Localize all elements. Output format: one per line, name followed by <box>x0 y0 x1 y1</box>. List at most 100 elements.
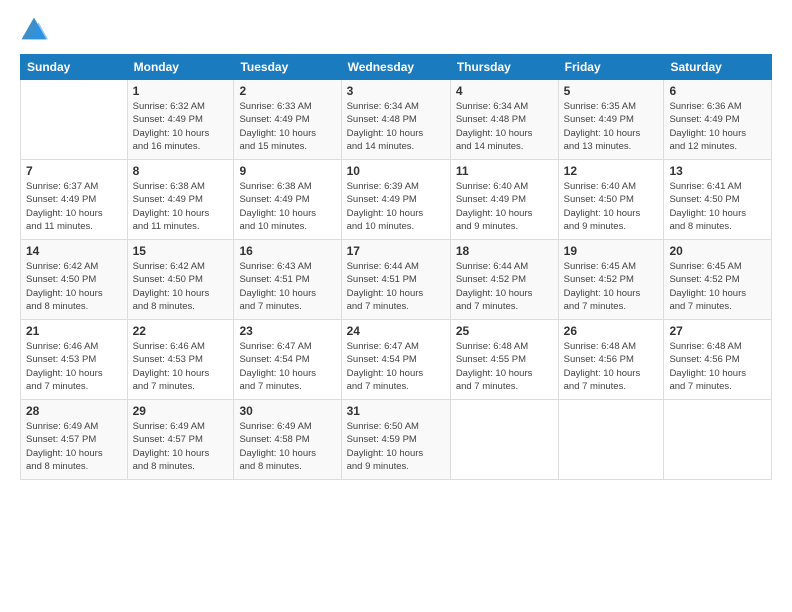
day-info: Sunrise: 6:49 AM Sunset: 4:58 PM Dayligh… <box>239 420 335 473</box>
header <box>20 16 772 44</box>
day-number: 28 <box>26 404 122 418</box>
day-info: Sunrise: 6:48 AM Sunset: 4:55 PM Dayligh… <box>456 340 553 393</box>
calendar-cell <box>558 400 664 480</box>
calendar-cell <box>664 400 772 480</box>
calendar-cell: 15 Sunrise: 6:42 AM Sunset: 4:50 PM Dayli… <box>127 240 234 320</box>
calendar-cell: 28 Sunrise: 6:49 AM Sunset: 4:57 PM Dayli… <box>21 400 128 480</box>
day-number: 10 <box>347 164 445 178</box>
day-info: Sunrise: 6:42 AM Sunset: 4:50 PM Dayligh… <box>26 260 122 313</box>
calendar-cell: 7 Sunrise: 6:37 AM Sunset: 4:49 PM Daylig… <box>21 160 128 240</box>
day-number: 24 <box>347 324 445 338</box>
calendar-cell: 5 Sunrise: 6:35 AM Sunset: 4:49 PM Daylig… <box>558 80 664 160</box>
day-info: Sunrise: 6:36 AM Sunset: 4:49 PM Dayligh… <box>669 100 766 153</box>
day-info: Sunrise: 6:34 AM Sunset: 4:48 PM Dayligh… <box>347 100 445 153</box>
weekday-header-tuesday: Tuesday <box>234 55 341 80</box>
day-number: 13 <box>669 164 766 178</box>
day-number: 30 <box>239 404 335 418</box>
weekday-header-thursday: Thursday <box>450 55 558 80</box>
day-info: Sunrise: 6:34 AM Sunset: 4:48 PM Dayligh… <box>456 100 553 153</box>
day-info: Sunrise: 6:41 AM Sunset: 4:50 PM Dayligh… <box>669 180 766 233</box>
calendar-cell <box>450 400 558 480</box>
day-number: 11 <box>456 164 553 178</box>
day-number: 23 <box>239 324 335 338</box>
day-info: Sunrise: 6:45 AM Sunset: 4:52 PM Dayligh… <box>564 260 659 313</box>
weekday-header-friday: Friday <box>558 55 664 80</box>
calendar-week-1: 1Sunrise: 6:32 AM Sunset: 4:49 PM Daylig… <box>21 80 772 160</box>
day-info: Sunrise: 6:43 AM Sunset: 4:51 PM Dayligh… <box>239 260 335 313</box>
day-number: 7 <box>26 164 122 178</box>
page: SundayMondayTuesdayWednesdayThursdayFrid… <box>0 0 792 612</box>
day-info: Sunrise: 6:50 AM Sunset: 4:59 PM Dayligh… <box>347 420 445 473</box>
calendar-cell: 21 Sunrise: 6:46 AM Sunset: 4:53 PM Dayli… <box>21 320 128 400</box>
calendar-cell: 19 Sunrise: 6:45 AM Sunset: 4:52 PM Dayli… <box>558 240 664 320</box>
day-number: 22 <box>133 324 229 338</box>
day-info: Sunrise: 6:47 AM Sunset: 4:54 PM Dayligh… <box>239 340 335 393</box>
day-info: Sunrise: 6:37 AM Sunset: 4:49 PM Dayligh… <box>26 180 122 233</box>
day-info: Sunrise: 6:45 AM Sunset: 4:52 PM Dayligh… <box>669 260 766 313</box>
calendar-cell: 14 Sunrise: 6:42 AM Sunset: 4:50 PM Dayli… <box>21 240 128 320</box>
day-number: 31 <box>347 404 445 418</box>
calendar-cell: 20 Sunrise: 6:45 AM Sunset: 4:52 PM Dayli… <box>664 240 772 320</box>
day-info: Sunrise: 6:49 AM Sunset: 4:57 PM Dayligh… <box>133 420 229 473</box>
day-info: Sunrise: 6:44 AM Sunset: 4:52 PM Dayligh… <box>456 260 553 313</box>
day-number: 27 <box>669 324 766 338</box>
day-info: Sunrise: 6:46 AM Sunset: 4:53 PM Dayligh… <box>26 340 122 393</box>
calendar-cell: 8Sunrise: 6:38 AM Sunset: 4:49 PM Daylig… <box>127 160 234 240</box>
day-number: 16 <box>239 244 335 258</box>
calendar-cell: 23 Sunrise: 6:47 AM Sunset: 4:54 PM Dayli… <box>234 320 341 400</box>
day-info: Sunrise: 6:35 AM Sunset: 4:49 PM Dayligh… <box>564 100 659 153</box>
day-number: 25 <box>456 324 553 338</box>
day-number: 9 <box>239 164 335 178</box>
calendar-week-5: 28 Sunrise: 6:49 AM Sunset: 4:57 PM Dayli… <box>21 400 772 480</box>
calendar-cell: 18 Sunrise: 6:44 AM Sunset: 4:52 PM Dayli… <box>450 240 558 320</box>
day-info: Sunrise: 6:33 AM Sunset: 4:49 PM Dayligh… <box>239 100 335 153</box>
calendar-week-2: 7 Sunrise: 6:37 AM Sunset: 4:49 PM Daylig… <box>21 160 772 240</box>
day-number: 1 <box>133 84 229 98</box>
calendar-cell: 10Sunrise: 6:39 AM Sunset: 4:49 PM Dayli… <box>341 160 450 240</box>
day-info: Sunrise: 6:44 AM Sunset: 4:51 PM Dayligh… <box>347 260 445 313</box>
day-number: 6 <box>669 84 766 98</box>
day-number: 5 <box>564 84 659 98</box>
day-info: Sunrise: 6:49 AM Sunset: 4:57 PM Dayligh… <box>26 420 122 473</box>
calendar-cell: 9 Sunrise: 6:38 AM Sunset: 4:49 PM Daylig… <box>234 160 341 240</box>
day-info: Sunrise: 6:38 AM Sunset: 4:49 PM Dayligh… <box>239 180 335 233</box>
day-number: 3 <box>347 84 445 98</box>
day-number: 18 <box>456 244 553 258</box>
calendar-cell: 2 Sunrise: 6:33 AM Sunset: 4:49 PM Daylig… <box>234 80 341 160</box>
day-number: 17 <box>347 244 445 258</box>
day-number: 21 <box>26 324 122 338</box>
calendar-table: SundayMondayTuesdayWednesdayThursdayFrid… <box>20 54 772 480</box>
calendar-header: SundayMondayTuesdayWednesdayThursdayFrid… <box>21 55 772 80</box>
calendar-cell: 16 Sunrise: 6:43 AM Sunset: 4:51 PM Dayli… <box>234 240 341 320</box>
logo <box>20 16 50 44</box>
calendar-cell: 6 Sunrise: 6:36 AM Sunset: 4:49 PM Daylig… <box>664 80 772 160</box>
day-info: Sunrise: 6:40 AM Sunset: 4:50 PM Dayligh… <box>564 180 659 233</box>
day-number: 15 <box>133 244 229 258</box>
weekday-header-sunday: Sunday <box>21 55 128 80</box>
weekday-header-saturday: Saturday <box>664 55 772 80</box>
day-info: Sunrise: 6:42 AM Sunset: 4:50 PM Dayligh… <box>133 260 229 313</box>
day-number: 20 <box>669 244 766 258</box>
calendar-cell: 26Sunrise: 6:48 AM Sunset: 4:56 PM Dayli… <box>558 320 664 400</box>
calendar-body: 1Sunrise: 6:32 AM Sunset: 4:49 PM Daylig… <box>21 80 772 480</box>
calendar-cell: 22Sunrise: 6:46 AM Sunset: 4:53 PM Dayli… <box>127 320 234 400</box>
calendar-cell: 3 Sunrise: 6:34 AM Sunset: 4:48 PM Daylig… <box>341 80 450 160</box>
calendar-cell: 30 Sunrise: 6:49 AM Sunset: 4:58 PM Dayli… <box>234 400 341 480</box>
weekday-header-row: SundayMondayTuesdayWednesdayThursdayFrid… <box>21 55 772 80</box>
day-number: 2 <box>239 84 335 98</box>
day-info: Sunrise: 6:47 AM Sunset: 4:54 PM Dayligh… <box>347 340 445 393</box>
day-info: Sunrise: 6:38 AM Sunset: 4:49 PM Dayligh… <box>133 180 229 233</box>
day-number: 14 <box>26 244 122 258</box>
calendar-cell: 4 Sunrise: 6:34 AM Sunset: 4:48 PM Daylig… <box>450 80 558 160</box>
day-number: 29 <box>133 404 229 418</box>
calendar-week-4: 21 Sunrise: 6:46 AM Sunset: 4:53 PM Dayli… <box>21 320 772 400</box>
day-info: Sunrise: 6:48 AM Sunset: 4:56 PM Dayligh… <box>564 340 659 393</box>
calendar-cell: 13 Sunrise: 6:41 AM Sunset: 4:50 PM Dayli… <box>664 160 772 240</box>
calendar-cell: 29 Sunrise: 6:49 AM Sunset: 4:57 PM Dayli… <box>127 400 234 480</box>
calendar-cell: 24 Sunrise: 6:47 AM Sunset: 4:54 PM Dayli… <box>341 320 450 400</box>
day-number: 4 <box>456 84 553 98</box>
calendar-week-3: 14 Sunrise: 6:42 AM Sunset: 4:50 PM Dayli… <box>21 240 772 320</box>
calendar-cell: 25 Sunrise: 6:48 AM Sunset: 4:55 PM Dayli… <box>450 320 558 400</box>
day-number: 19 <box>564 244 659 258</box>
day-info: Sunrise: 6:48 AM Sunset: 4:56 PM Dayligh… <box>669 340 766 393</box>
